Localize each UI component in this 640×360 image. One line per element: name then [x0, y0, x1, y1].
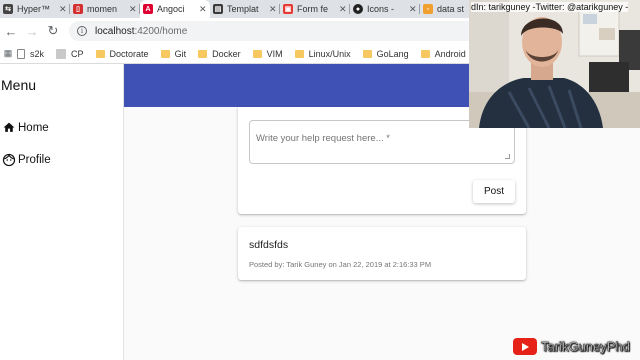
channel-watermark: TarikGuneyPhd — [513, 338, 630, 355]
post-button[interactable]: Post — [473, 180, 515, 203]
doc-icon — [17, 48, 25, 59]
github-icon: ● — [353, 4, 363, 14]
close-icon[interactable]: ✕ — [129, 4, 137, 15]
bookmark-label: s2k — [30, 48, 45, 59]
webcam-caption: dIn: tarikguney -Twitter: @atarikguney - — [471, 2, 629, 12]
close-icon[interactable]: ✕ — [409, 4, 417, 15]
bookmark-s2k[interactable]: s2k — [17, 48, 45, 59]
tab-template[interactable]: ▤ Templat ✕ — [210, 0, 280, 18]
angular-icon: A — [143, 4, 153, 14]
bookmark-label: Doctorate — [109, 48, 149, 59]
bookmark-label: Android — [434, 48, 466, 59]
post-meta: Posted by: Tarik Guney on Jan 22, 2019 a… — [249, 260, 432, 269]
page-icon — [56, 48, 67, 59]
url-path: :4200/home — [134, 25, 188, 37]
forward-icon[interactable]: → — [22, 21, 42, 41]
bookmark-label: GoLang — [376, 48, 409, 59]
bookmark-golang[interactable]: GoLang — [362, 48, 409, 59]
nav-item-profile[interactable]: Profile — [2, 153, 51, 167]
url-host: localhost — [95, 25, 135, 37]
tab-label: Icons - — [367, 4, 395, 14]
menu-title: Menu — [1, 77, 37, 93]
screen: ⇆ Hyper™ ✕ ▯ momen ✕ A Angoci ✕ ▤ Templa… — [0, 0, 640, 360]
nav-item-home[interactable]: Home — [2, 121, 49, 134]
arrows-icon: ⇆ — [3, 4, 13, 14]
post-card: sdfdsfds Posted by: Tarik Guney on Jan 2… — [238, 227, 526, 280]
resize-handle[interactable] — [505, 154, 510, 159]
close-icon[interactable]: ✕ — [339, 4, 347, 15]
bookmark-docker[interactable]: Docker — [198, 49, 241, 59]
webcam-video — [469, 0, 640, 128]
tab-label: Templat — [227, 4, 259, 14]
post-title: sdfdsfds — [249, 239, 289, 251]
bookmark-label: Git — [174, 48, 187, 59]
folder-icon — [198, 49, 208, 58]
folder-icon — [252, 49, 262, 58]
face-icon — [2, 153, 16, 167]
bookmark-doctorate[interactable]: Doctorate — [95, 48, 149, 59]
close-icon[interactable]: ✕ — [59, 4, 67, 15]
close-icon[interactable]: ✕ — [199, 4, 207, 15]
folder-icon — [160, 49, 170, 58]
tab-hyper[interactable]: ⇆ Hyper™ ✕ — [0, 0, 70, 18]
home-icon — [3, 122, 15, 132]
bookmark-android[interactable]: Android — [420, 48, 466, 59]
bookmark-label: Linux/Unix — [308, 48, 351, 59]
folder-icon — [362, 49, 372, 58]
bookmark-label: Docker — [212, 48, 241, 59]
bookmark-git[interactable]: Git — [160, 48, 187, 59]
bookmark-label: VIM — [266, 48, 283, 59]
close-icon[interactable]: ✕ — [269, 4, 277, 15]
tab-momentjs[interactable]: ▯ momen ✕ — [70, 0, 140, 18]
nav-label: Profile — [18, 154, 51, 166]
bookmark-linux-unix[interactable]: Linux/Unix — [294, 48, 351, 59]
apps-grid-icon[interactable]: ▦ — [1, 44, 15, 63]
folder-icon — [95, 49, 105, 58]
bookmark-cp[interactable]: CP — [56, 48, 84, 59]
bookmark-label: CP — [71, 48, 84, 59]
nav-label: Home — [18, 121, 49, 134]
book-icon: ▤ — [213, 4, 223, 14]
tab-label: momen — [87, 4, 118, 14]
reload-icon[interactable]: ↻ — [43, 21, 63, 41]
folder-icon — [294, 49, 304, 58]
tab-angular[interactable]: A Angoci ✕ — [140, 0, 210, 18]
tab-icons[interactable]: ● Icons - ✕ — [350, 0, 420, 18]
form-icon: ▣ — [283, 4, 293, 14]
webcam-overlay: dIn: tarikguney -Twitter: @atarikguney - — [469, 0, 640, 128]
sidenav: Menu Home Profile — [0, 64, 124, 360]
folder-icon — [420, 49, 430, 58]
help-request-placeholder: Write your help request here... * — [256, 133, 390, 144]
tab-form-field[interactable]: ▣ Form fe ✕ — [280, 0, 350, 18]
page-icon: ▫ — [423, 4, 433, 14]
tab-label: Form fe — [297, 4, 329, 14]
momentjs-icon: ▯ — [73, 4, 83, 14]
back-icon[interactable]: ← — [1, 21, 21, 41]
info-icon[interactable]: i — [77, 26, 87, 36]
channel-name: TarikGuneyPhd — [541, 339, 630, 355]
tab-label: Hyper™ — [17, 4, 51, 14]
youtube-icon — [513, 338, 537, 355]
tab-label: Angoci — [157, 4, 185, 14]
bookmark-vim[interactable]: VIM — [252, 48, 283, 59]
